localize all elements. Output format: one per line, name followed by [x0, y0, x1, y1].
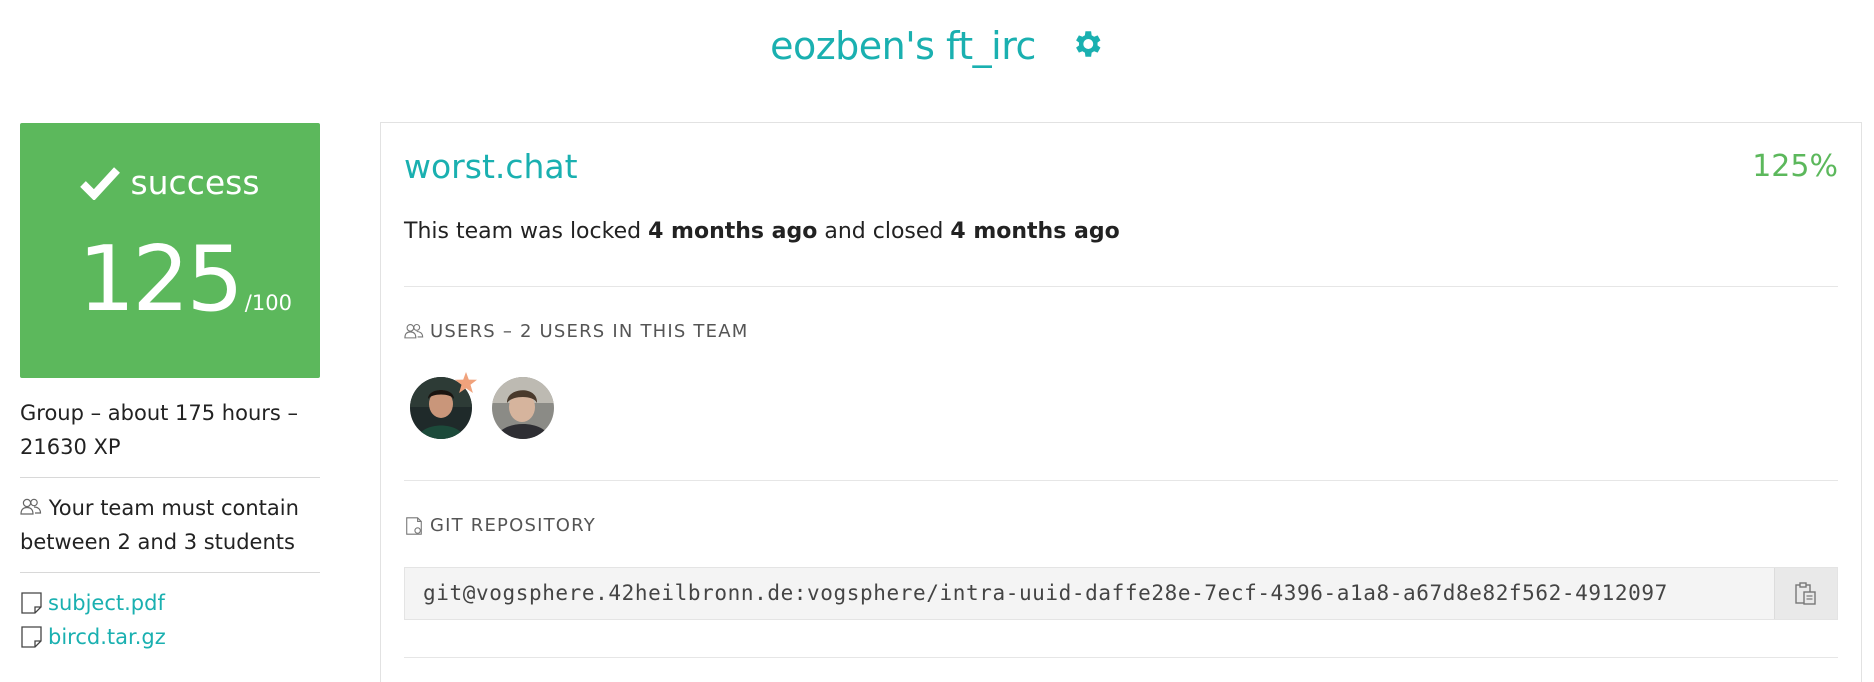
team-lock-status: This team was locked 4 months ago and cl… [404, 219, 1120, 244]
team-requirement-text: Your team must contain between 2 and 3 s… [20, 496, 299, 554]
subject-pdf-link[interactable]: subject.pdf [48, 586, 165, 620]
project-summary: success 125/100 Group – about 175 hours … [20, 123, 320, 654]
file-icon [21, 626, 42, 648]
team-requirement: Your team must contain between 2 and 3 s… [20, 491, 320, 559]
status-label: success [130, 163, 260, 202]
clipboard-icon [1795, 581, 1816, 605]
score-line: 125/100 [78, 235, 292, 325]
gear-icon[interactable] [1070, 27, 1104, 61]
attachments: subject.pdf bircd.tar.gz [20, 586, 320, 654]
final-mark: 125 [78, 227, 244, 332]
git-section-title: GIT REPOSITORY [404, 515, 596, 536]
divider [404, 657, 1838, 658]
team-name[interactable]: worst.chat [404, 147, 578, 186]
locked-time: 4 months ago [648, 219, 818, 244]
git-file-icon [406, 516, 422, 535]
file-icon [21, 592, 42, 614]
avatar[interactable] [492, 377, 554, 439]
star-icon [455, 372, 477, 393]
team-panel: worst.chat 125% This team was locked 4 m… [380, 122, 1862, 682]
attachment-item: subject.pdf [20, 586, 320, 620]
status-line: success [20, 163, 320, 202]
divider [404, 286, 1838, 287]
locked-prefix: This team was locked [404, 219, 649, 244]
project-title: eozben's ft_irc [770, 24, 1036, 68]
avatar[interactable] [410, 372, 477, 439]
project-meta: Group – about 175 hours – 21630 XP [20, 401, 299, 459]
git-section-label: GIT REPOSITORY [430, 515, 596, 536]
users-icon [20, 498, 42, 515]
closed-time: 4 months ago [950, 219, 1120, 244]
users-section-title: USERS – 2 USERS IN THIS TEAM [404, 321, 748, 342]
repo-url-field[interactable]: git@vogsphere.42heilbronn.de:vogsphere/i… [405, 568, 1774, 619]
page-header: eozben's ft_irc [0, 0, 1874, 100]
team-mark: 125% [1752, 149, 1838, 184]
repo-url-box: git@vogsphere.42heilbronn.de:vogsphere/i… [404, 567, 1838, 620]
divider [20, 572, 320, 573]
checkmark-icon [80, 167, 121, 201]
users-section-label: USERS – 2 USERS IN THIS TEAM [430, 321, 749, 342]
team-members [410, 372, 554, 439]
divider [20, 477, 320, 478]
score-card: success 125/100 [20, 123, 320, 378]
divider [404, 480, 1838, 481]
closed-mid: and closed [817, 219, 951, 244]
copy-button[interactable] [1774, 568, 1837, 619]
users-icon [404, 323, 424, 339]
max-mark: /100 [244, 291, 292, 315]
bircd-archive-link[interactable]: bircd.tar.gz [48, 620, 166, 654]
attachment-item: bircd.tar.gz [20, 620, 320, 654]
